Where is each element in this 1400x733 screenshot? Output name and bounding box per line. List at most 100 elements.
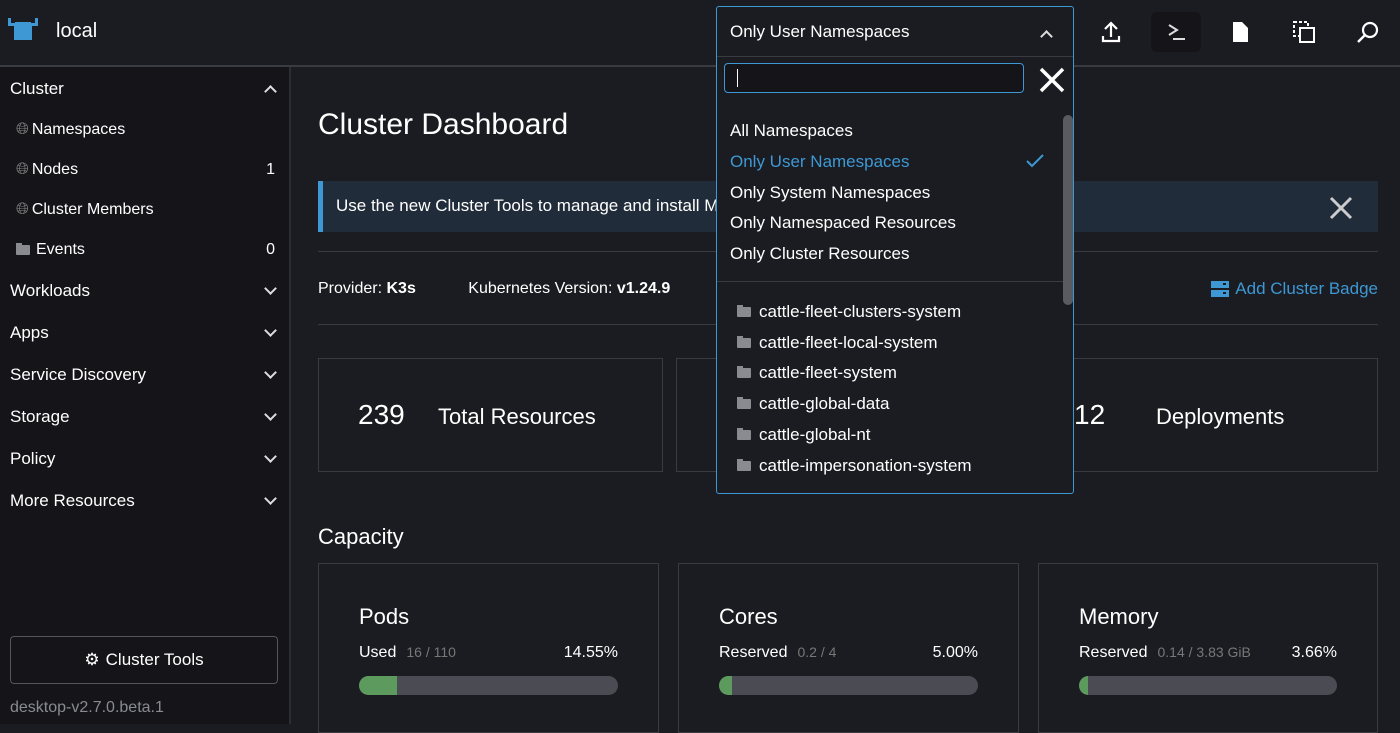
item-label: Events <box>36 241 85 258</box>
group-label: Policy <box>10 449 56 468</box>
group-label: Apps <box>10 323 49 342</box>
option-only-cluster-resources[interactable]: Only Cluster Resources <box>730 244 910 264</box>
namespace-option[interactable]: cattle-global-nt <box>737 425 871 445</box>
upload-icon[interactable] <box>1086 12 1136 52</box>
capacity-bar <box>719 676 978 695</box>
provider-value: K3s <box>386 280 416 297</box>
namespace-filter-toggle[interactable]: Only User Namespaces <box>717 7 1073 57</box>
namespace-option[interactable]: cattle-fleet-local-system <box>737 333 938 353</box>
capacity-title: Pods <box>359 604 410 629</box>
close-banner-icon[interactable] <box>1328 195 1354 221</box>
folder-icon <box>16 243 30 255</box>
item-count: 0 <box>266 241 275 258</box>
option-only-namespaced-resources[interactable]: Only Namespaced Resources <box>730 213 956 233</box>
summary-card-total-resources[interactable]: 239 Total Resources <box>318 358 663 472</box>
search-icon[interactable] <box>1343 12 1393 52</box>
namespace-label: cattle-fleet-clusters-system <box>759 302 962 321</box>
clear-search-icon[interactable] <box>1039 67 1065 93</box>
capacity-card-pods: Pods Used 16 / 110 14.55% <box>318 563 659 733</box>
namespace-option[interactable]: cattle-fleet-clusters-system <box>737 302 961 322</box>
chevron-up-icon <box>264 85 277 98</box>
namespace-option[interactable]: cattle-global-data <box>737 394 889 414</box>
sidebar-group-more-resources[interactable]: More Resources <box>10 491 277 511</box>
copy-icon[interactable] <box>1279 12 1329 52</box>
option-all-namespaces[interactable]: All Namespaces <box>730 121 853 141</box>
folder-icon <box>737 428 751 440</box>
k8s-version-label: Kubernetes Version: <box>468 280 613 297</box>
capacity-title: Cores <box>719 604 778 629</box>
capacity-sub: 0.14 / 3.83 GiB <box>1157 644 1251 660</box>
scrollbar-thumb[interactable] <box>1063 115 1073 305</box>
capacity-card-memory: Memory Reserved 0.14 / 3.83 GiB 3.66% <box>1038 563 1378 733</box>
namespace-search-input[interactable] <box>724 63 1024 93</box>
capacity-percent: 14.55% <box>563 644 618 661</box>
summary-count: 239 <box>358 399 405 430</box>
namespace-option[interactable]: cattle-fleet-system <box>737 363 897 383</box>
sidebar-item-nodes[interactable]: 🌐︎ Nodes 1 <box>16 161 275 179</box>
text-cursor <box>737 69 738 87</box>
capacity-label: Used <box>359 644 397 661</box>
sidebar-item-cluster-members[interactable]: 🌐︎ Cluster Members <box>16 201 275 219</box>
summary-count: 12 <box>1074 399 1106 430</box>
sidebar-item-namespaces[interactable]: 🌐︎ Namespaces <box>16 121 275 139</box>
capacity-bar <box>1079 676 1337 695</box>
item-label: Cluster Members <box>31 201 154 218</box>
capacity-label: Reserved <box>719 644 788 661</box>
folder-icon <box>737 397 751 409</box>
sidebar-group-storage[interactable]: Storage <box>10 407 277 427</box>
globe-icon: 🌐︎ <box>16 121 29 138</box>
summary-card-deployments[interactable]: 12 Deployments <box>1036 358 1378 472</box>
chevron-down-icon <box>264 324 277 337</box>
summary-label: Total Resources <box>438 404 596 429</box>
sidebar-item-events[interactable]: Events 0 <box>16 241 275 259</box>
capacity-bar-fill <box>1079 676 1089 695</box>
namespace-filter-dropdown[interactable]: Only User Namespaces All Namespaces Only… <box>716 6 1074 494</box>
cluster-tools-button[interactable]: ⚙ Cluster Tools <box>10 636 278 684</box>
cluster-name: local <box>56 20 98 42</box>
capacity-label: Reserved <box>1079 644 1148 661</box>
sidebar-group-policy[interactable]: Policy <box>10 449 277 469</box>
server-icon <box>1211 281 1230 297</box>
badge-label: Add Cluster Badge <box>1235 279 1378 298</box>
sidebar-group-workloads[interactable]: Workloads <box>10 281 277 301</box>
capacity-sub: 16 / 110 <box>406 644 456 660</box>
namespace-option[interactable]: cattle-impersonation-system <box>737 456 972 476</box>
namespace-label: cattle-fleet-system <box>759 363 897 382</box>
capacity-title: Memory <box>1079 604 1159 629</box>
chevron-down-icon <box>264 408 277 421</box>
capacity-sub: 0.2 / 4 <box>797 644 837 660</box>
group-label: Cluster <box>10 79 64 98</box>
sidebar-group-service-discovery[interactable]: Service Discovery <box>10 365 277 385</box>
capacity-bar <box>359 676 618 695</box>
k8s-version-value: v1.24.9 <box>616 280 671 297</box>
option-only-system-namespaces[interactable]: Only System Namespaces <box>730 183 930 203</box>
provider-label: Provider: <box>318 280 383 297</box>
cluster-logo-icon <box>8 18 38 40</box>
namespace-label: cattle-global-data <box>759 394 890 413</box>
namespace-label: cattle-fleet-local-system <box>759 333 938 352</box>
capacity-heading: Capacity <box>318 524 404 549</box>
capacity-percent: 5.00% <box>932 644 978 661</box>
group-label: Workloads <box>10 281 90 300</box>
gear-icon: ⚙ <box>84 650 100 669</box>
chevron-down-icon <box>264 282 277 295</box>
sidebar-group-cluster[interactable]: Cluster <box>10 79 277 99</box>
globe-icon: 🌐︎ <box>16 201 29 218</box>
capacity-bar-fill <box>359 676 397 695</box>
sidebar: Cluster 🌐︎ Namespaces 🌐︎ Nodes 1 🌐︎ Cluster … <box>0 67 291 724</box>
capacity-percent: 3.66% <box>1291 644 1337 661</box>
checkmark-icon <box>1026 154 1044 168</box>
option-only-user-namespaces[interactable]: Only User Namespaces <box>730 152 910 172</box>
chevron-down-icon <box>264 450 277 463</box>
chevron-up-icon <box>1040 30 1053 43</box>
button-label: Cluster Tools <box>105 650 204 669</box>
file-icon[interactable] <box>1215 12 1265 52</box>
sidebar-group-apps[interactable]: Apps <box>10 323 277 343</box>
header: local <box>0 0 1400 67</box>
terminal-icon[interactable] <box>1151 12 1201 52</box>
capacity-bar-fill <box>719 676 732 695</box>
add-cluster-badge-link[interactable]: Add Cluster Badge <box>1211 279 1378 299</box>
page-title: Cluster Dashboard <box>318 108 569 141</box>
globe-icon: 🌐︎ <box>16 161 29 178</box>
chevron-down-icon <box>264 366 277 379</box>
